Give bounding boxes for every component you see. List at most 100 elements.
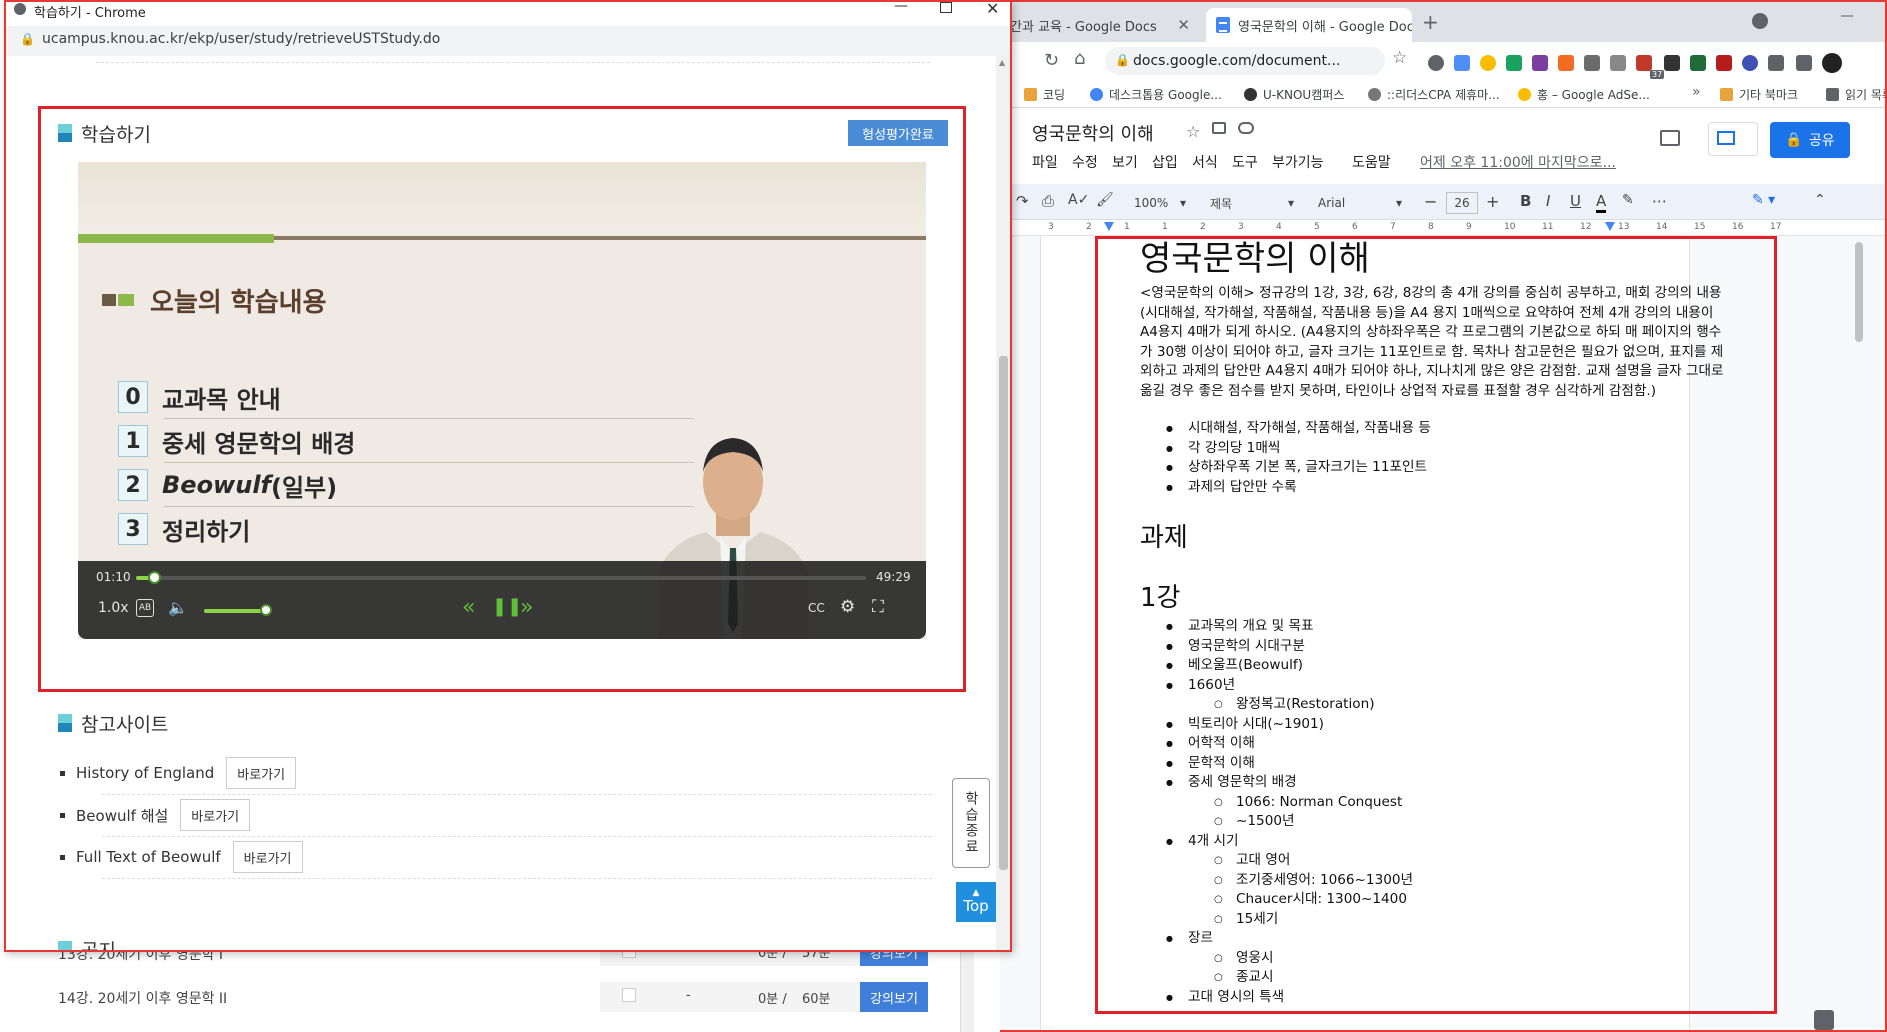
pause-icon[interactable]: ❚❚	[492, 596, 522, 617]
paint-format-icon[interactable]: 🖌	[1096, 192, 1114, 208]
font-select[interactable]: Arial ▾	[1312, 192, 1408, 214]
popup-scrollbar[interactable]: ▲	[996, 56, 1010, 950]
document-title[interactable]: 영국문학의 이해	[1032, 120, 1154, 146]
bookmark-star-icon[interactable]: ☆	[1392, 48, 1407, 68]
onenote-ext-icon[interactable]	[1532, 55, 1548, 71]
menu-help[interactable]: 도움말	[1352, 152, 1391, 172]
star-icon[interactable]: ☆	[1186, 122, 1200, 141]
font-size-input[interactable]: 26	[1446, 192, 1478, 214]
ext-icon-6[interactable]	[1558, 55, 1574, 71]
last-edit-link[interactable]: 어제 오후 11:00에 마지막으로...	[1420, 152, 1616, 172]
more-icon[interactable]: ⋯	[1652, 192, 1667, 210]
highlight-icon[interactable]: ✎	[1622, 192, 1634, 208]
print-icon[interactable]: ⎙	[1042, 192, 1054, 210]
profile-avatar[interactable]	[1822, 53, 1842, 73]
ext-icon-10[interactable]	[1664, 55, 1680, 71]
bookmarks-overflow-icon[interactable]: »	[1692, 84, 1701, 100]
watch-lecture-button[interactable]: 강의보기	[860, 982, 928, 1012]
ext-icon-9[interactable]	[1636, 55, 1652, 71]
fullscreen-icon[interactable]: ⛶	[872, 597, 884, 617]
bookmark-google-desktop[interactable]: 데스크톱용 Google...	[1090, 86, 1222, 103]
bookmark-reading-list[interactable]: 읽기 목록	[1826, 86, 1885, 103]
doc-scroll-thumb[interactable]	[1855, 242, 1863, 342]
extensions-puzzle-icon[interactable]	[1768, 55, 1784, 71]
menu-insert[interactable]: 삽입	[1152, 152, 1178, 172]
underline-icon[interactable]: U	[1570, 192, 1581, 210]
popup-url-bar[interactable]: 🔒 ucampus.knou.ac.kr/ekp/user/study/retr…	[6, 26, 1010, 56]
assessment-complete-button[interactable]: 형성평가완료	[848, 120, 948, 146]
browser-tab-1[interactable]: 간과 교육 - Google Docs ✕	[1000, 8, 1200, 42]
bold-icon[interactable]: B	[1520, 192, 1531, 210]
scroll-up-icon[interactable]: ▲	[999, 58, 1005, 67]
maximize-icon[interactable]	[940, 2, 952, 13]
ext-icon-11[interactable]	[1690, 55, 1706, 71]
bookmark-adsense[interactable]: 홍 – Google AdSe...	[1518, 86, 1650, 103]
lecture-row[interactable]: 14강. 20세기 이후 영문학 II	[58, 988, 227, 1008]
menu-edit[interactable]: 수정	[1072, 152, 1098, 172]
go-button[interactable]: 바로가기	[180, 799, 251, 831]
popup-scroll-thumb[interactable]	[999, 356, 1008, 870]
menu-view[interactable]: 보기	[1112, 152, 1138, 172]
reload-icon[interactable]: ↻	[1044, 50, 1059, 71]
tab-search-icon[interactable]	[1752, 13, 1768, 29]
settings-gear-icon[interactable]: ⚙	[840, 597, 855, 617]
menu-file[interactable]: 파일	[1032, 152, 1058, 172]
volume-slider[interactable]	[204, 609, 266, 613]
indent-marker-icon[interactable]	[1104, 222, 1114, 231]
ref-link-label[interactable]: History of England	[76, 764, 214, 782]
style-select[interactable]: 제목 ▾	[1204, 192, 1300, 214]
cc-icon[interactable]: CC	[808, 601, 825, 615]
italic-icon[interactable]: I	[1546, 192, 1550, 210]
move-folder-icon[interactable]	[1212, 122, 1226, 134]
ext-icon-4[interactable]	[1506, 55, 1522, 71]
ext-icon-13[interactable]	[1742, 55, 1758, 71]
caption-ab-icon[interactable]: AB	[136, 599, 154, 617]
collapse-icon[interactable]: ⌃	[1814, 192, 1826, 208]
decrease-font-icon[interactable]: −	[1424, 192, 1437, 211]
bookmark-leaders-cpa[interactable]: ::리더스CPA 제휴마...	[1368, 86, 1500, 103]
ext-icon-8[interactable]	[1610, 55, 1626, 71]
cloud-saved-icon[interactable]	[1238, 122, 1254, 134]
forward-icon[interactable]: »	[520, 595, 533, 620]
browser-tab-2-active[interactable]: 영국문학의 이해 - Google Docs ✕	[1206, 8, 1412, 42]
bookmark-other[interactable]: 기타 북마크	[1720, 86, 1798, 103]
menu-addons[interactable]: 부가기능	[1272, 152, 1324, 172]
ref-link-label[interactable]: Full Text of Beowulf	[76, 848, 221, 866]
background-scrollbar[interactable]	[960, 940, 974, 1032]
omnibox[interactable]: 🔒 docs.google.com/document...	[1105, 47, 1385, 75]
close-tab-icon[interactable]: ✕	[1169, 16, 1190, 34]
menu-format[interactable]: 서식	[1192, 152, 1218, 172]
ref-link-label[interactable]: Beowulf 해설	[76, 805, 168, 826]
right-indent-marker-icon[interactable]	[1605, 222, 1615, 231]
reading-list-icon[interactable]	[1796, 55, 1812, 71]
ext-icon-7[interactable]	[1584, 55, 1600, 71]
progress-bar[interactable]	[136, 571, 866, 584]
editing-mode-icon[interactable]: ✎ ▾	[1752, 192, 1775, 208]
explore-icon[interactable]	[1814, 1010, 1834, 1030]
close-icon[interactable]: ✕	[986, 2, 999, 18]
translate-ext-icon[interactable]	[1454, 55, 1470, 71]
speed-button[interactable]: 1.0x	[98, 600, 129, 616]
present-button[interactable]	[1708, 122, 1758, 156]
minimize-icon[interactable]: —	[1840, 8, 1854, 24]
rewind-icon[interactable]: «	[462, 595, 475, 620]
chrome-ext-icon[interactable]	[1480, 55, 1496, 71]
go-button[interactable]: 바로가기	[232, 841, 303, 873]
text-color-icon[interactable]: A	[1596, 192, 1607, 213]
spellcheck-icon[interactable]: A✓	[1068, 192, 1089, 208]
bookmark-coding[interactable]: 코딩	[1024, 86, 1065, 103]
lecture-checkbox[interactable]	[622, 988, 636, 1002]
redo-icon[interactable]: ↷	[1016, 192, 1029, 210]
pocket-ext-icon[interactable]	[1428, 55, 1444, 71]
home-icon[interactable]: ⌂	[1074, 48, 1085, 69]
menu-tools[interactable]: 도구	[1232, 152, 1258, 172]
zoom-select[interactable]: 100% ▾	[1128, 192, 1192, 214]
ext-icon-12[interactable]	[1716, 55, 1732, 71]
new-tab-icon[interactable]: +	[1422, 10, 1439, 34]
end-study-button[interactable]: 학습종료	[952, 778, 990, 868]
scroll-top-button[interactable]: ▲ Top	[956, 882, 996, 922]
comment-history-icon[interactable]	[1660, 130, 1680, 146]
increase-font-icon[interactable]: +	[1486, 192, 1499, 211]
volume-icon[interactable]: 🔈	[168, 598, 188, 617]
progress-knob[interactable]	[147, 571, 161, 584]
